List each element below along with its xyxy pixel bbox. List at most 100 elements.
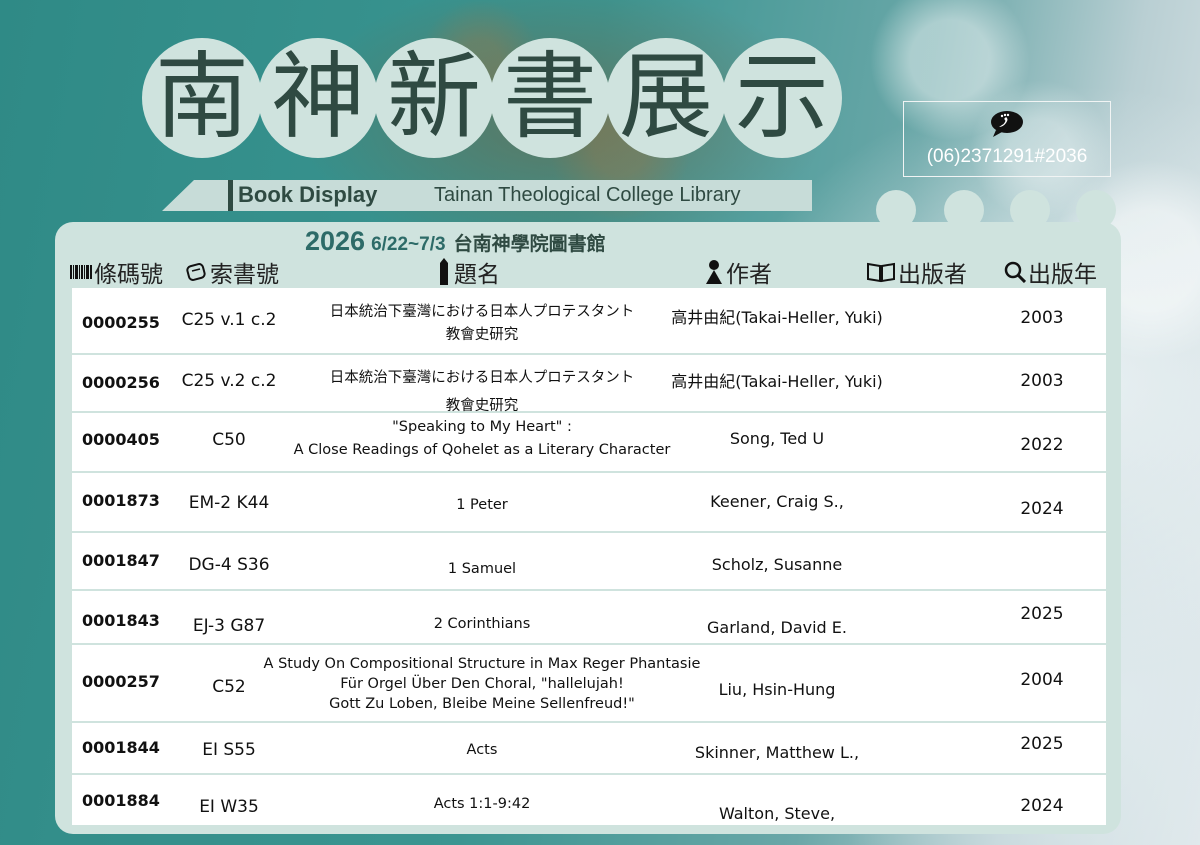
column-header-barcode: 條碼號 bbox=[70, 255, 163, 289]
title-line: Acts bbox=[466, 742, 498, 758]
title-char: 展 bbox=[606, 38, 726, 158]
title-line: Acts 1:1-9:42 bbox=[433, 796, 531, 812]
book-tag-icon bbox=[186, 263, 206, 281]
call-number-cell: DG-4 S36 bbox=[188, 555, 270, 575]
title-char: 示 bbox=[722, 38, 842, 158]
subtitle-banner: Book Display Tainan Theological College … bbox=[194, 180, 812, 211]
title-cell: 1 Samuel bbox=[272, 558, 692, 581]
column-label: 條碼號 bbox=[94, 262, 163, 288]
author-cell: Garland, David E. bbox=[707, 618, 847, 637]
banner-library-name: Tainan Theological College Library bbox=[434, 184, 741, 206]
title-char: 神 bbox=[258, 38, 378, 158]
barcode-cell: 0000255 bbox=[82, 313, 160, 332]
column-header-call-number: 索書號 bbox=[186, 255, 279, 289]
call-number-cell: EJ-3 G87 bbox=[192, 616, 266, 636]
phone-chat-icon bbox=[991, 111, 1023, 137]
column-header-publisher: 出版者 bbox=[866, 255, 967, 289]
column-label: 出版者 bbox=[898, 262, 967, 288]
author-cell: Liu, Hsin-Hung bbox=[718, 680, 836, 699]
title-line: 1 Peter bbox=[456, 497, 508, 513]
year-cell: 2025 bbox=[1020, 604, 1064, 624]
date-range: 6/22~7/3 bbox=[371, 234, 446, 255]
table-row: 0001884 EI W35 Acts 1:1-9:42 Walton, Ste… bbox=[72, 775, 1106, 825]
contact-box: (06)2371291#2036 bbox=[903, 101, 1111, 177]
open-book-icon bbox=[867, 262, 895, 283]
call-number-cell: C25 v.1 c.2 bbox=[181, 310, 277, 330]
display-year: 2026 bbox=[305, 226, 366, 256]
barcode-cell: 0000405 bbox=[82, 430, 160, 449]
title-line: 1 Samuel bbox=[447, 561, 517, 577]
title-cell: 2 Corinthians bbox=[272, 613, 692, 636]
title-cell: 日本統治下臺灣における日本人プロテスタント 教會史研究 bbox=[272, 364, 692, 420]
year-cell: 2003 bbox=[1020, 308, 1064, 328]
column-label: 出版年 bbox=[1028, 262, 1097, 288]
call-number-cell: EM-2 K44 bbox=[188, 493, 270, 513]
author-cell: Skinner, Matthew L., bbox=[694, 743, 860, 762]
barcode-icon bbox=[70, 265, 92, 279]
column-header-title: 題名 bbox=[436, 255, 500, 289]
title-line: 日本統治下臺灣における日本人プロテスタント bbox=[329, 304, 635, 320]
author-cell: Song, Ted U bbox=[729, 429, 825, 448]
table-row: 0000405 C50 "Speaking to My Heart" : A C… bbox=[72, 413, 1106, 473]
table-row: 0000256 C25 v.2 c.2 日本統治下臺灣における日本人プロテスタン… bbox=[72, 355, 1106, 414]
column-label: 作者 bbox=[726, 262, 772, 288]
title-line: 2 Corinthians bbox=[433, 616, 531, 632]
date-line: 2026 6/22~7/3 台南神學院圖書館 bbox=[305, 226, 606, 257]
title-char: 書 bbox=[490, 38, 610, 158]
column-header-author: 作者 bbox=[704, 255, 772, 289]
title-line: Gott Zu Loben, Bleibe Meine Sellenfreud!… bbox=[329, 696, 635, 712]
barcode-cell: 0000257 bbox=[82, 672, 160, 691]
title-char: 新 bbox=[374, 38, 494, 158]
poster-title: 南 神 新 書 展 示 bbox=[142, 38, 842, 178]
call-number-cell: EI W35 bbox=[199, 797, 259, 817]
person-icon bbox=[706, 260, 722, 284]
barcode-cell: 0001847 bbox=[82, 551, 160, 570]
title-line: "Speaking to My Heart" : bbox=[392, 419, 572, 435]
pencil-icon bbox=[440, 258, 448, 285]
year-cell: 2004 bbox=[1020, 670, 1064, 690]
contact-phone: (06)2371291#2036 bbox=[926, 146, 1088, 167]
author-cell: 高井由紀(Takai-Heller, Yuki) bbox=[671, 308, 883, 327]
title-line: 教會史研究 bbox=[445, 327, 519, 343]
banner-accent bbox=[162, 180, 194, 211]
author-cell: Keener, Craig S., bbox=[710, 492, 844, 511]
title-cell: A Study On Compositional Structure in Ma… bbox=[242, 654, 722, 714]
banner-book-display: Book Display bbox=[238, 182, 378, 207]
column-header-year: 出版年 bbox=[1004, 255, 1097, 289]
title-cell: 1 Peter bbox=[272, 494, 692, 517]
column-label: 索書號 bbox=[210, 262, 279, 288]
barcode-cell: 0001884 bbox=[82, 791, 160, 810]
year-cell: 2024 bbox=[1020, 499, 1064, 519]
magnifier-icon bbox=[1004, 261, 1026, 283]
title-cell: 日本統治下臺灣における日本人プロテスタント 教會史研究 bbox=[272, 301, 692, 347]
book-table: 0000255 C25 v.1 c.2 日本統治下臺灣における日本人プロテスタン… bbox=[72, 288, 1106, 825]
title-cell: Acts bbox=[272, 739, 692, 762]
barcode-cell: 0001843 bbox=[82, 611, 160, 630]
barcode-cell: 0000256 bbox=[82, 373, 160, 392]
title-cell: "Speaking to My Heart" : A Close Reading… bbox=[272, 416, 692, 462]
title-line: Für Orgel Über Den Choral, "hallelujah! bbox=[340, 676, 624, 692]
author-cell: Scholz, Susanne bbox=[711, 555, 843, 574]
call-number-cell: EI S55 bbox=[202, 740, 256, 760]
table-row: 0000255 C25 v.1 c.2 日本統治下臺灣における日本人プロテスタン… bbox=[72, 288, 1106, 355]
title-char: 南 bbox=[142, 38, 262, 158]
banner-bar bbox=[228, 180, 233, 211]
year-cell: 2025 bbox=[1020, 734, 1064, 754]
author-cell: Walton, Steve, bbox=[718, 804, 836, 823]
year-cell: 2024 bbox=[1020, 796, 1064, 816]
call-number-cell: C50 bbox=[212, 430, 246, 450]
title-line: A Study On Compositional Structure in Ma… bbox=[263, 656, 701, 672]
title-line: 日本統治下臺灣における日本人プロテスタント bbox=[329, 370, 635, 386]
call-number-cell: C25 v.2 c.2 bbox=[181, 371, 277, 391]
table-row: 0000257 C52 A Study On Compositional Str… bbox=[72, 645, 1106, 723]
barcode-cell: 0001844 bbox=[82, 738, 160, 757]
table-row: 0001844 EI S55 Acts Skinner, Matthew L.,… bbox=[72, 723, 1106, 775]
table-row: 0001847 DG-4 S36 1 Samuel Scholz, Susann… bbox=[72, 533, 1106, 591]
title-line: A Close Readings of Qohelet as a Literar… bbox=[293, 442, 671, 458]
table-row: 0001873 EM-2 K44 1 Peter Keener, Craig S… bbox=[72, 473, 1106, 533]
organization-name: 台南神學院圖書館 bbox=[453, 233, 606, 255]
column-label: 題名 bbox=[454, 262, 500, 288]
table-row: 0001843 EJ-3 G87 2 Corinthians Garland, … bbox=[72, 591, 1106, 645]
barcode-cell: 0001873 bbox=[82, 491, 160, 510]
title-cell: Acts 1:1-9:42 bbox=[272, 793, 692, 816]
